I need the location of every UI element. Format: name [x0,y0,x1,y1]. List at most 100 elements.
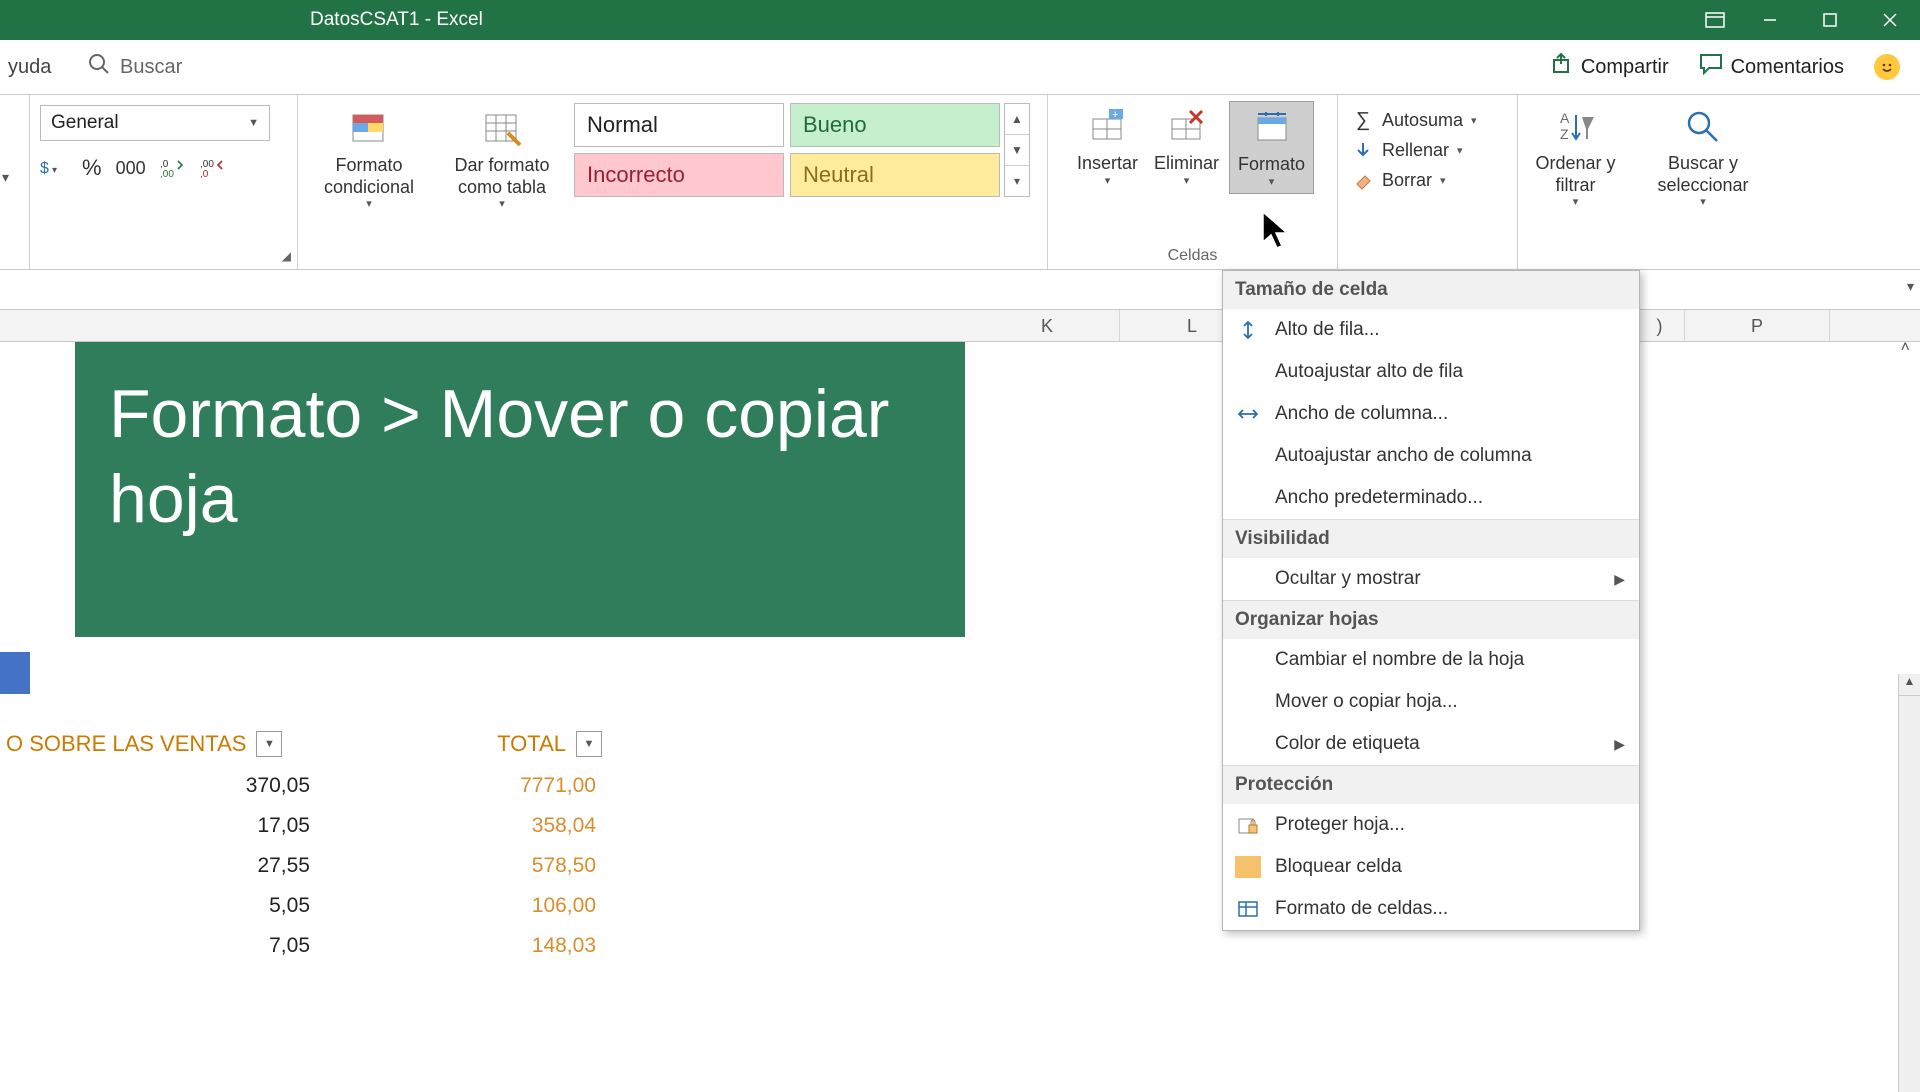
gallery-down-icon[interactable]: ▼ [1005,135,1029,166]
dd-format-cells[interactable]: Formato de celdas... [1223,888,1639,930]
filter-icon[interactable]: ▼ [576,731,602,757]
dropdown-caret-icon[interactable]: ▾ [2,169,27,186]
column-width-icon [1235,403,1261,425]
dd-column-width[interactable]: Ancho de columna... [1223,393,1639,435]
format-as-table-icon [480,107,524,151]
sort-filter-group: AZ Ordenar y filtrar ▾ [1518,95,1633,269]
gallery-scroll[interactable]: ▲ ▼ ▾ [1004,103,1030,197]
sort-filter-icon: AZ [1554,105,1598,149]
table-header-total[interactable]: TOTAL ▼ [330,731,610,757]
table-row: 370,057771,00 [0,766,615,806]
clear-label: Borrar [1382,170,1432,191]
number-dialog-launcher-icon[interactable]: ◢ [282,249,291,263]
dd-lock-cell[interactable]: Bloquear celda [1223,846,1639,888]
window-title: DatosCSAT1 - Excel [310,9,483,31]
dd-hide-unhide[interactable]: Ocultar y mostrar ▶ [1223,558,1639,600]
sort-filter-button[interactable]: AZ Ordenar y filtrar ▾ [1528,101,1623,213]
fill-down-icon [1352,139,1374,161]
dd-section-protection: Protección [1223,765,1639,804]
format-dropdown-menu: Tamaño de celda Alto de fila... Autoajus… [1222,270,1640,931]
right-actions: Compartir Comentarios [1551,53,1900,81]
row-height-icon [1235,319,1261,341]
maximize-button[interactable] [1800,0,1860,40]
conditional-formatting-label: Formato condicional [314,155,424,198]
formula-expand-icon[interactable]: ▾ [1907,278,1914,295]
conditional-formatting-button[interactable]: Formato condicional ▾ [308,103,430,215]
find-select-icon [1681,105,1725,149]
format-cells-icon [1250,106,1294,150]
sort-filter-label: Ordenar y filtrar [1534,153,1617,196]
style-good[interactable]: Bueno [790,103,1000,147]
help-tab[interactable]: yuda [0,56,51,79]
number-format-value: General [51,112,119,134]
delete-cells-button[interactable]: Eliminar ▾ [1148,101,1225,192]
close-button[interactable] [1860,0,1920,40]
dd-rename-sheet[interactable]: Cambiar el nombre de la hoja [1223,639,1639,681]
dd-tab-color[interactable]: Color de etiqueta ▶ [1223,723,1639,765]
svg-text:A: A [1560,110,1570,126]
style-neutral[interactable]: Neutral [790,153,1000,197]
dd-move-copy-sheet[interactable]: Mover o copiar hoja... [1223,681,1639,723]
table-row: 5,05106,00 [0,886,615,926]
dd-row-height[interactable]: Alto de fila... [1223,309,1639,351]
style-bad[interactable]: Incorrecto [574,153,784,197]
dd-autofit-column-width[interactable]: Autoajustar ancho de columna [1223,435,1639,477]
gallery-more-icon[interactable]: ▾ [1005,166,1029,196]
gallery-up-icon[interactable]: ▲ [1005,104,1029,135]
dd-default-width[interactable]: Ancho predeterminado... [1223,477,1639,519]
format-label: Formato [1238,154,1305,176]
share-button[interactable]: Compartir [1551,53,1669,81]
dd-protect-sheet[interactable]: Proteger hoja... [1223,804,1639,846]
dd-section-organize: Organizar hojas [1223,600,1639,639]
cells-group-label: Celdas [1048,247,1337,265]
delete-label: Eliminar [1154,153,1219,175]
minimize-button[interactable] [1740,0,1800,40]
percent-format-button[interactable]: % [82,155,102,181]
cell-styles-gallery[interactable]: Normal Bueno Incorrecto Neutral [574,103,1000,197]
chevron-down-icon: ▼ [248,117,259,129]
format-as-table-label: Dar formato como tabla [442,155,562,198]
insert-cells-button[interactable]: + Insertar ▾ [1071,101,1144,192]
feedback-smiley-icon[interactable] [1874,54,1900,80]
thousands-format-button[interactable]: 000 [116,158,146,179]
ribbon: ▾ General ▼ $▾ % 000 ,0,00 ,00,0 ◢ [0,95,1920,270]
find-select-button[interactable]: Buscar y seleccionar ▾ [1643,101,1763,213]
decrease-decimal-button[interactable]: ,00,0 [200,157,226,179]
protect-sheet-icon [1235,814,1261,836]
vertical-scrollbar[interactable]: ▲ [1898,674,1920,1092]
eraser-icon [1352,169,1374,191]
share-icon [1551,53,1573,81]
increase-decimal-button[interactable]: ,0,00 [160,157,186,179]
svg-text:▾: ▾ [52,165,57,176]
insert-cells-icon: + [1085,105,1129,149]
comments-button[interactable]: Comentarios [1699,53,1844,81]
style-normal[interactable]: Normal [574,103,784,147]
autosum-label: Autosuma [1382,110,1463,131]
window-controls [1690,0,1920,40]
submenu-arrow-icon: ▶ [1614,736,1625,753]
accounting-format-button[interactable]: $▾ [40,157,68,179]
scroll-up-icon[interactable]: ▲ [1899,674,1920,696]
fill-button[interactable]: Rellenar ▾ [1348,137,1507,163]
editing-group-1: ∑ Autosuma ▾ Rellenar ▾ Borrar ▾ [1338,95,1518,269]
data-table: O SOBRE LAS VENTAS ▼ TOTAL ▼ 370,057771,… [0,722,615,966]
submenu-arrow-icon: ▶ [1614,571,1625,588]
selected-header-cell [0,652,30,694]
lock-cell-icon [1235,856,1261,878]
sigma-icon: ∑ [1352,109,1374,131]
dd-autofit-row-height[interactable]: Autoajustar alto de fila [1223,351,1639,393]
tell-me-search[interactable]: Buscar [88,53,182,81]
instruction-overlay: Formato > Mover o copiar hoja [75,342,965,637]
ribbon-display-options-icon[interactable] [1690,0,1740,40]
table-header-impuesto[interactable]: O SOBRE LAS VENTAS ▼ [0,731,330,757]
svg-text:+: + [1112,109,1118,121]
autosum-button[interactable]: ∑ Autosuma ▾ [1348,107,1507,133]
filter-icon[interactable]: ▼ [256,731,282,757]
col-header-k[interactable]: K [975,310,1120,341]
format-as-table-button[interactable]: Dar formato como tabla ▾ [436,103,568,215]
col-header-p[interactable]: P [1685,310,1830,341]
clear-button[interactable]: Borrar ▾ [1348,167,1507,193]
number-format-select[interactable]: General ▼ [40,105,270,141]
title-bar: DatosCSAT1 - Excel [0,0,1920,40]
format-cells-button[interactable]: Formato ▾ [1229,101,1314,194]
